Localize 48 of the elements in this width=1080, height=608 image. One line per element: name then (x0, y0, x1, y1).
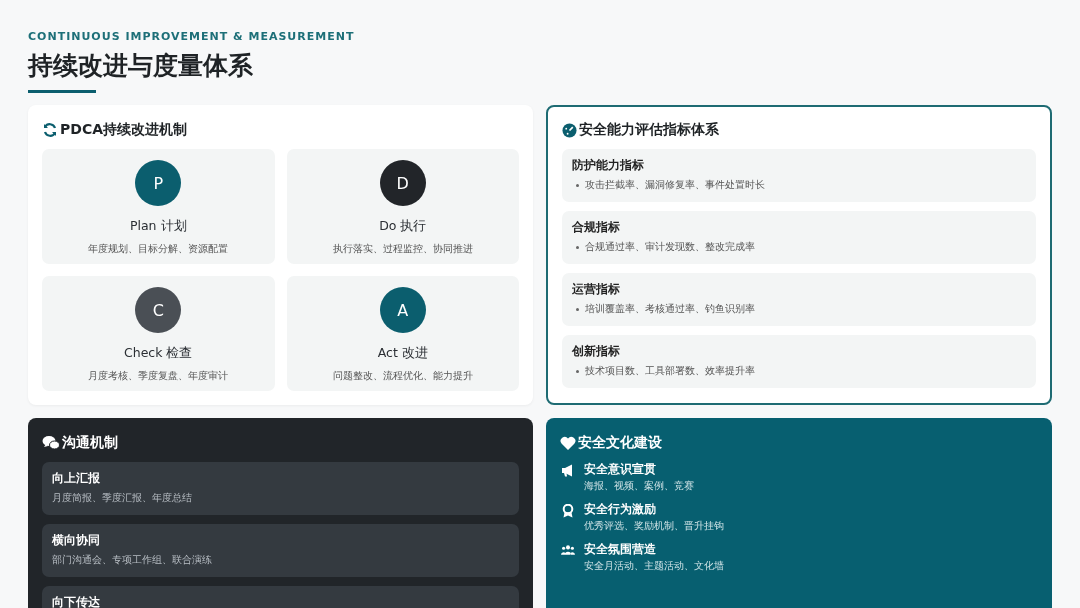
step-circle: C (135, 287, 182, 333)
bullet-icon (576, 184, 579, 187)
award-icon (562, 504, 574, 518)
item-detail: 培训覆盖率、考核通过率、钓鱼识别率 (585, 303, 755, 316)
bullet-icon (576, 246, 579, 249)
item-detail: 优秀评选、奖励机制、晋升挂钩 (584, 520, 724, 533)
gauge-icon (562, 122, 577, 138)
item-title: 安全氛围营造 (584, 542, 657, 557)
item-detail: 海报、视频、案例、竞赛 (584, 480, 694, 493)
eyebrow-text: CONTINUOUS IMPROVEMENT & MEASUREMENT (28, 30, 356, 43)
item-title: 创新指标 (572, 344, 621, 359)
card-title: 安全文化建设 (578, 434, 662, 452)
step-circle: P (135, 160, 182, 206)
heart-icon (560, 435, 576, 451)
people-icon (561, 544, 575, 556)
item-title: 合规指标 (572, 220, 621, 235)
item-title: 横向协同 (52, 533, 101, 548)
step-name: Plan 计划 (129, 218, 187, 235)
step-description: 月度考核、季度复盘、年度审计 (88, 370, 229, 383)
item-detail: 攻击拦截率、漏洞修复率、事件处置时长 (585, 179, 765, 192)
item-title: 安全行为激励 (584, 502, 657, 517)
item-detail: 合规通过率、审计发现数、整改完成率 (585, 241, 755, 254)
card-title: 沟通机制 (62, 434, 118, 452)
card-title: 安全能力评估指标体系 (579, 121, 719, 139)
refresh-icon (42, 122, 58, 138)
card-title: PDCA持续改进机制 (60, 121, 187, 139)
item-detail: 技术项目数、工具部署数、效率提升率 (585, 365, 755, 378)
step-name: Check 检查 (124, 345, 193, 362)
item-title: 防护能力指标 (572, 158, 645, 173)
bullet-icon (576, 308, 579, 311)
item-title: 向下传达 (52, 595, 101, 608)
step-circle: A (379, 287, 426, 333)
step-name: Act 改进 (377, 345, 428, 362)
item-title: 安全意识宣贯 (584, 462, 657, 477)
item-title: 运营指标 (572, 282, 621, 297)
step-description: 年度规划、目标分解、资源配置 (88, 243, 229, 256)
step-name: Do 执行 (379, 218, 427, 235)
chat-icon (42, 435, 60, 451)
megaphone-icon (561, 464, 575, 477)
item-detail: 安全月活动、主题活动、文化墙 (584, 560, 724, 573)
bullet-icon (576, 370, 579, 373)
step-circle: D (379, 160, 426, 206)
item-detail: 月度简报、季度汇报、年度总结 (52, 492, 193, 505)
step-description: 执行落实、过程监控、协同推进 (332, 243, 473, 256)
item-detail: 部门沟通会、专项工作组、联合演练 (52, 554, 213, 567)
page-title: 持续改进与度量体系 (28, 50, 254, 82)
item-title: 向上汇报 (52, 471, 101, 486)
step-description: 问题整改、流程优化、能力提升 (332, 370, 473, 383)
